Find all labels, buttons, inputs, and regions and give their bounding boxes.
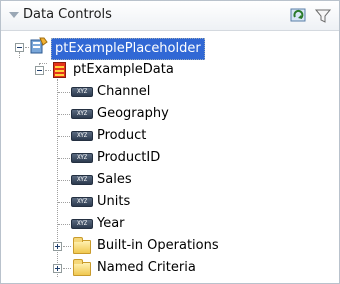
panel-title: Data Controls <box>23 7 112 22</box>
panel-header: Data Controls <box>1 1 339 31</box>
tree-row-attribute[interactable]: XYZ Geography <box>1 103 339 125</box>
data-controls-panel: Data Controls ptExamplePlaceholder ptExa… <box>0 0 340 284</box>
refresh-icon[interactable] <box>289 6 309 26</box>
filter-icon[interactable] <box>313 6 333 26</box>
attribute-icon: XYZ <box>71 219 93 229</box>
tree-row-attribute[interactable]: XYZ Sales <box>1 169 339 191</box>
tree-item-label: ptExamplePlaceholder <box>51 38 205 60</box>
data-controls-tree: ptExamplePlaceholder ptExampleData XYZ C… <box>1 31 339 283</box>
collection-icon <box>53 62 66 78</box>
collapse-collection-icon[interactable] <box>35 66 44 75</box>
tree-item-label: Geography <box>97 106 169 121</box>
attribute-icon: XYZ <box>71 197 93 207</box>
tree-row-folder[interactable]: Named Criteria <box>1 257 339 279</box>
tree-item-label: Units <box>97 194 131 209</box>
expand-folder-icon[interactable] <box>53 264 62 273</box>
tree-row-root[interactable]: ptExamplePlaceholder <box>1 37 339 60</box>
tree-row-attribute[interactable]: XYZ ProductID <box>1 147 339 169</box>
tree-row-attribute[interactable]: XYZ Product <box>1 125 339 147</box>
tree-row-attribute[interactable]: XYZ Channel <box>1 81 339 103</box>
tree-item-label: ProductID <box>97 150 161 165</box>
attribute-icon: XYZ <box>71 87 93 97</box>
tree-row-folder[interactable]: Built-in Operations <box>1 235 339 257</box>
tree-item-label: Product <box>97 128 147 143</box>
folder-icon <box>73 237 91 254</box>
tree-item-label: Sales <box>97 172 132 187</box>
tree-item-label: Named Criteria <box>97 260 196 275</box>
attribute-icon: XYZ <box>71 175 93 185</box>
tree-item-label: Year <box>97 216 125 231</box>
attribute-icon: XYZ <box>71 131 93 141</box>
tree-row-attribute[interactable]: XYZ Year <box>1 213 339 235</box>
tree-item-label: Built-in Operations <box>97 238 219 253</box>
expand-folder-icon[interactable] <box>53 242 62 251</box>
attribute-icon: XYZ <box>71 109 93 119</box>
tree-row-attribute[interactable]: XYZ Units <box>1 191 339 213</box>
tree-item-label: ptExampleData <box>73 62 174 77</box>
tree-item-label: Channel <box>97 84 151 99</box>
folder-icon <box>73 259 91 276</box>
collapse-panel-icon[interactable] <box>9 12 19 18</box>
data-control-icon <box>30 37 48 55</box>
attribute-icon: XYZ <box>71 153 93 163</box>
tree-row-collection[interactable]: ptExampleData <box>1 59 339 81</box>
collapse-root-icon[interactable] <box>15 43 24 52</box>
